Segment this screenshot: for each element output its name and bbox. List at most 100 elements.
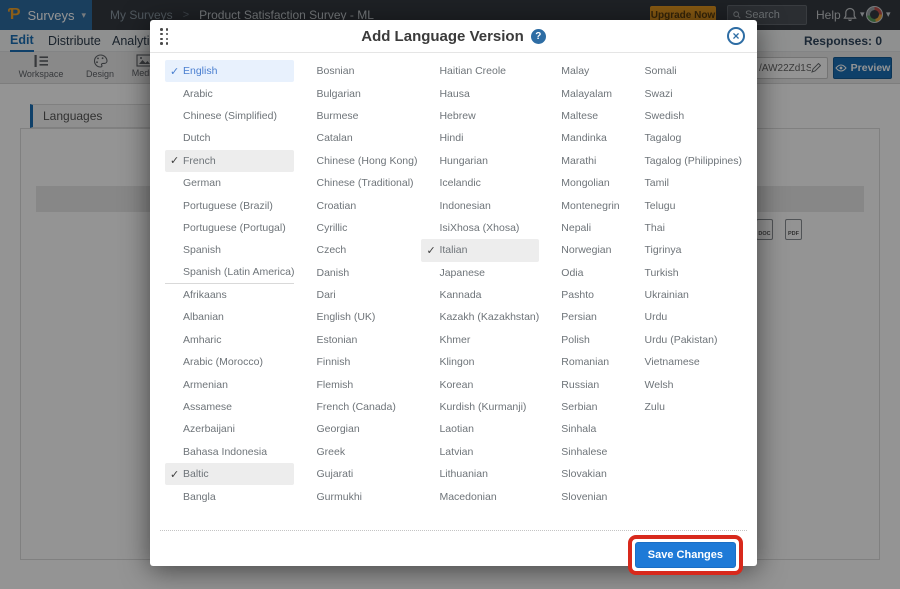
language-option[interactable]: Russian xyxy=(543,373,622,395)
language-option[interactable]: Maltese xyxy=(543,105,622,127)
language-option[interactable]: Amharic xyxy=(165,329,294,351)
language-option[interactable]: Vietnamese xyxy=(627,351,742,373)
language-option[interactable]: Gujarati xyxy=(298,463,417,485)
language-option[interactable]: Slovakian xyxy=(543,463,622,485)
language-option[interactable]: Tigrinya xyxy=(627,239,742,261)
language-option[interactable]: Georgian xyxy=(298,418,417,440)
language-option[interactable]: Greek xyxy=(298,441,417,463)
language-option[interactable]: Polish xyxy=(543,329,622,351)
language-option[interactable]: Sinhala xyxy=(543,418,622,440)
language-option[interactable]: Tagalog (Philippines) xyxy=(627,150,742,172)
language-option[interactable]: Nepali xyxy=(543,217,622,239)
language-option[interactable]: Bahasa Indonesia xyxy=(165,441,294,463)
language-option[interactable]: English (UK) xyxy=(298,306,417,328)
language-option[interactable]: Danish xyxy=(298,262,417,284)
save-changes-button[interactable]: Save Changes xyxy=(635,542,736,568)
language-option[interactable]: Assamese xyxy=(165,396,294,418)
language-option[interactable]: Sinhalese xyxy=(543,441,622,463)
language-option[interactable]: Azerbaijani xyxy=(165,418,294,440)
language-option[interactable]: Lithuanian xyxy=(421,463,539,485)
language-option[interactable]: Chinese (Hong Kong) xyxy=(298,150,417,172)
language-option[interactable]: Pashto xyxy=(543,284,622,306)
language-option[interactable]: ✓English xyxy=(165,60,294,82)
language-option[interactable]: Serbian xyxy=(543,396,622,418)
language-option[interactable]: Tagalog xyxy=(627,127,742,149)
language-option[interactable]: Finnish xyxy=(298,351,417,373)
language-option[interactable]: Bosnian xyxy=(298,60,417,82)
language-option[interactable]: Arabic (Morocco) xyxy=(165,351,294,373)
language-option[interactable]: Swedish xyxy=(627,105,742,127)
language-option[interactable]: Dutch xyxy=(165,127,294,149)
language-option[interactable]: Czech xyxy=(298,239,417,261)
language-option[interactable]: Kazakh (Kazakhstan) xyxy=(421,306,539,328)
language-option[interactable]: Latvian xyxy=(421,441,539,463)
language-option[interactable]: ✓Italian xyxy=(421,239,539,261)
language-option[interactable]: Telugu xyxy=(627,194,742,216)
language-label: Hungarian xyxy=(439,155,487,167)
close-icon[interactable]: × xyxy=(727,27,745,45)
language-option[interactable]: ✓Baltic xyxy=(165,463,294,485)
language-option[interactable]: Hausa xyxy=(421,82,539,104)
language-option[interactable]: Catalan xyxy=(298,127,417,149)
help-badge-icon[interactable]: ? xyxy=(531,29,546,44)
language-option[interactable]: Turkish xyxy=(627,262,742,284)
language-option[interactable]: Indonesian xyxy=(421,194,539,216)
language-option[interactable]: Chinese (Simplified) xyxy=(165,105,294,127)
language-option[interactable]: IsiXhosa (Xhosa) xyxy=(421,217,539,239)
language-option[interactable]: Korean xyxy=(421,373,539,395)
language-option[interactable]: French (Canada) xyxy=(298,396,417,418)
language-option[interactable]: Portuguese (Brazil) xyxy=(165,194,294,216)
language-option[interactable]: Hungarian xyxy=(421,150,539,172)
language-option[interactable]: Macedonian xyxy=(421,485,539,507)
language-option[interactable]: Burmese xyxy=(298,105,417,127)
language-option[interactable]: Armenian xyxy=(165,373,294,395)
language-option[interactable]: Dari xyxy=(298,284,417,306)
language-option[interactable]: Welsh xyxy=(627,373,742,395)
language-option[interactable]: Croatian xyxy=(298,194,417,216)
language-option[interactable]: Kurdish (Kurmanji) xyxy=(421,396,539,418)
language-option[interactable]: Urdu xyxy=(627,306,742,328)
language-option[interactable]: Ukrainian xyxy=(627,284,742,306)
language-option[interactable]: Arabic xyxy=(165,82,294,104)
language-option[interactable]: Odia xyxy=(543,262,622,284)
language-option[interactable]: Swazi xyxy=(627,82,742,104)
language-option[interactable]: Afrikaans xyxy=(165,284,294,306)
language-option[interactable]: Chinese (Traditional) xyxy=(298,172,417,194)
language-option[interactable]: Estonian xyxy=(298,329,417,351)
language-option[interactable]: Slovenian xyxy=(543,485,622,507)
language-option[interactable]: Icelandic xyxy=(421,172,539,194)
language-option[interactable]: Persian xyxy=(543,306,622,328)
language-option[interactable]: Marathi xyxy=(543,150,622,172)
language-option[interactable]: Haitian Creole xyxy=(421,60,539,82)
language-option[interactable]: German xyxy=(165,172,294,194)
language-option[interactable]: Khmer xyxy=(421,329,539,351)
language-option[interactable]: Zulu xyxy=(627,396,742,418)
language-option[interactable]: Flemish xyxy=(298,373,417,395)
language-option[interactable]: Cyrillic xyxy=(298,217,417,239)
language-option[interactable]: Portuguese (Portugal) xyxy=(165,217,294,239)
language-option[interactable]: Bangla xyxy=(165,485,294,507)
language-option[interactable]: Hebrew xyxy=(421,105,539,127)
language-option[interactable]: Thai xyxy=(627,217,742,239)
language-option[interactable]: Somali xyxy=(627,60,742,82)
language-option[interactable]: Kannada xyxy=(421,284,539,306)
language-option[interactable]: Romanian xyxy=(543,351,622,373)
language-option[interactable]: Urdu (Pakistan) xyxy=(627,329,742,351)
language-option[interactable]: Mandinka xyxy=(543,127,622,149)
language-option[interactable]: Bulgarian xyxy=(298,82,417,104)
language-option[interactable]: ✓French xyxy=(165,150,294,172)
language-option[interactable]: Spanish xyxy=(165,239,294,261)
language-option[interactable]: Norwegian xyxy=(543,239,622,261)
language-option[interactable]: Japanese xyxy=(421,262,539,284)
language-option[interactable]: Malayalam xyxy=(543,82,622,104)
language-option[interactable]: Tamil xyxy=(627,172,742,194)
language-option[interactable]: Laotian xyxy=(421,418,539,440)
language-option[interactable]: Mongolian xyxy=(543,172,622,194)
language-option[interactable]: Montenegrin xyxy=(543,194,622,216)
language-option[interactable]: Malay xyxy=(543,60,622,82)
language-option[interactable]: Hindi xyxy=(421,127,539,149)
language-option[interactable]: Albanian xyxy=(165,306,294,328)
language-option[interactable]: Spanish (Latin America) xyxy=(165,262,294,284)
language-option[interactable]: Klingon xyxy=(421,351,539,373)
language-option[interactable]: Gurmukhi xyxy=(298,485,417,507)
